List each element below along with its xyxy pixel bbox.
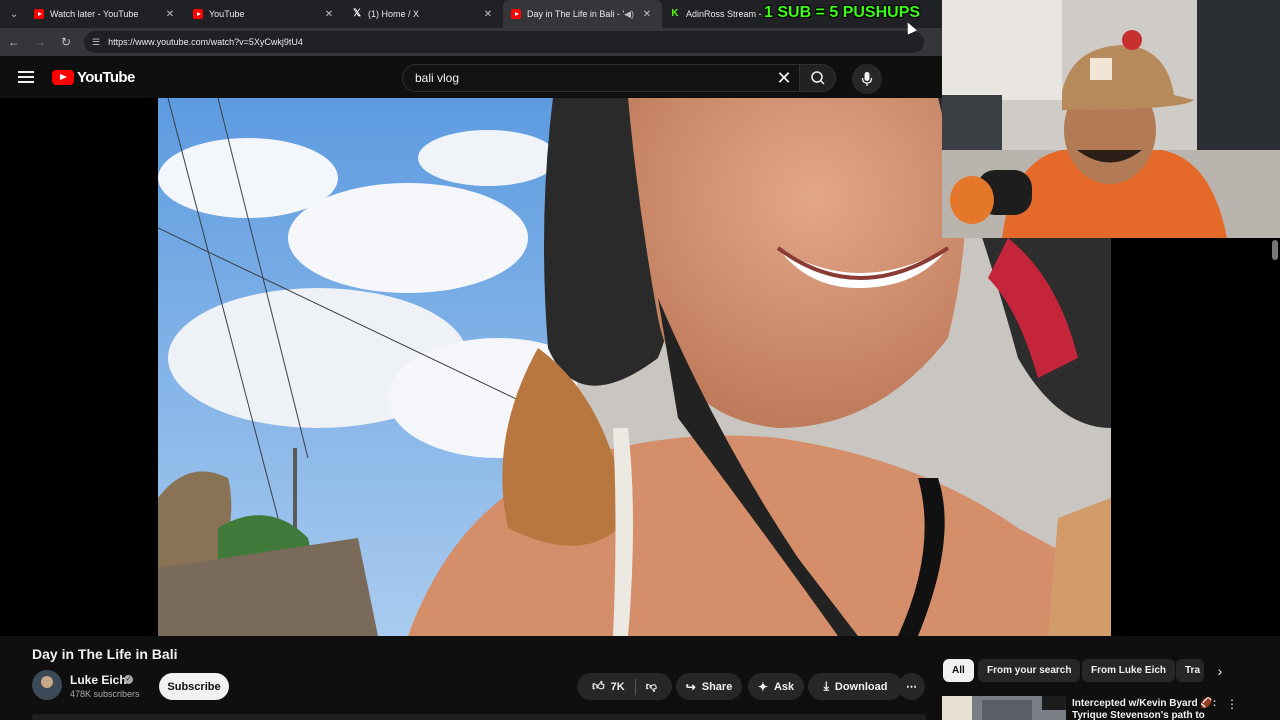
browser-tab[interactable]: K AdinRoss Stream - Watch Live	[662, 0, 772, 28]
forward-arrow-icon[interactable]: →	[28, 30, 52, 54]
search-value: bali vlog	[415, 71, 460, 85]
share-button[interactable]: ↪ Share	[676, 673, 742, 700]
chip-from-channel[interactable]: From Luke Eich	[1082, 659, 1176, 682]
search-input[interactable]: bali vlog ✕	[402, 64, 800, 92]
clear-icon[interactable]: ✕	[769, 69, 799, 87]
menu-icon[interactable]	[18, 71, 34, 83]
youtube-header: YouTube bali vlog ✕	[0, 56, 942, 98]
channel-avatar[interactable]	[32, 670, 62, 700]
search-button[interactable]	[800, 64, 836, 92]
verified-icon: ✓	[124, 675, 133, 684]
tab-close-icon[interactable]: ✕	[163, 9, 177, 20]
subscriber-count: 478K subscribers	[70, 689, 140, 699]
webcam-overlay	[942, 0, 1280, 238]
stream-banner: 1 SUB = 5 PUSHUPS	[764, 4, 921, 21]
tab-close-icon[interactable]: ✕	[322, 9, 336, 20]
download-button[interactable]: ⤓ Download	[808, 673, 903, 700]
thumbs-up-icon: 👍︎	[592, 679, 605, 693]
chip-all[interactable]: All	[943, 659, 974, 682]
search-icon	[810, 71, 825, 85]
tab-label: Watch later - YouTube	[50, 9, 139, 19]
logo-text: YouTube	[77, 69, 135, 86]
site-info-icon[interactable]: ☰	[92, 37, 100, 48]
tab-label: YouTube	[209, 9, 245, 19]
share-label: Share	[701, 680, 733, 693]
share-icon: ↪	[685, 679, 696, 694]
ask-label: Ask	[773, 680, 795, 693]
scrollbar[interactable]	[1272, 240, 1278, 260]
recommended-title[interactable]: Intercepted w/Kevin Byard 🏈: Tyrique Ste…	[1072, 698, 1222, 720]
dislike-button[interactable]: 👎︎	[636, 673, 667, 700]
subscribe-button[interactable]: Subscribe	[159, 673, 229, 700]
tab-label: Day in The Life in Bali - You	[527, 9, 624, 19]
tab-search-chevron-icon[interactable]: ⌄	[2, 2, 26, 26]
tab-close-icon[interactable]: ✕	[640, 9, 654, 20]
reload-icon[interactable]: ↻	[54, 30, 78, 54]
tab-close-icon[interactable]: ✕	[481, 9, 495, 20]
youtube-icon	[34, 9, 44, 19]
chip-from-your-search[interactable]: From your search	[978, 659, 1081, 682]
microphone-icon	[861, 72, 873, 86]
channel-name[interactable]: Luke Eich	[70, 673, 127, 687]
more-vertical-icon[interactable]: ⋮	[1226, 697, 1238, 711]
chip-trending[interactable]: Tra	[1176, 659, 1204, 682]
ask-button[interactable]: ✦ Ask	[748, 673, 804, 700]
youtube-icon	[193, 9, 203, 19]
tab-label: (1) Home / X	[368, 9, 420, 19]
video-title: Day in The Life in Bali	[32, 646, 178, 662]
recommended-thumbnail[interactable]	[942, 696, 1066, 720]
thumbs-down-icon: 👎︎	[645, 681, 657, 693]
address-bar-row: ← → ↻ ☰ https://www.youtube.com/watch?v=…	[0, 28, 942, 56]
more-actions-icon[interactable]: ⋯	[898, 673, 925, 700]
sparkle-icon: ✦	[757, 679, 768, 694]
youtube-icon	[511, 9, 521, 19]
tab-label: AdinRoss Stream - Watch Live	[686, 9, 764, 19]
speaker-icon[interactable]: ◀)	[624, 9, 634, 20]
like-button[interactable]: 👍︎ 7K	[582, 673, 635, 700]
download-icon: ⤓	[823, 679, 829, 693]
kick-icon: K	[671, 8, 679, 19]
like-dislike-group: 👍︎ 7K 👎︎	[577, 673, 672, 700]
thumbnail-image	[942, 696, 1066, 720]
url-field[interactable]: ☰ https://www.youtube.com/watch?v=5XyCwk…	[84, 31, 924, 53]
youtube-logo[interactable]: YouTube	[52, 69, 135, 86]
screen: ⌄ Watch later - YouTube ✕ YouTube ✕ 𝕏 (1…	[0, 0, 1280, 720]
streamer-webcam	[942, 0, 1280, 238]
chevron-right-icon[interactable]: ›	[1210, 659, 1230, 682]
description-box[interactable]	[32, 714, 926, 720]
browser-tab[interactable]: YouTube ✕	[185, 0, 344, 28]
browser-tab-active[interactable]: Day in The Life in Bali - You ◀) ✕	[503, 0, 662, 28]
like-count: 7K	[610, 680, 625, 693]
youtube-play-icon	[52, 70, 74, 85]
browser-tab[interactable]: 𝕏 (1) Home / X ✕	[344, 0, 503, 28]
x-icon: 𝕏	[352, 8, 362, 19]
download-label: Download	[834, 680, 888, 693]
browser-tab[interactable]: Watch later - YouTube ✕	[26, 0, 185, 28]
back-arrow-icon[interactable]: ←	[2, 30, 26, 54]
url-text: https://www.youtube.com/watch?v=5XyCwkj9…	[108, 37, 303, 47]
voice-search-button[interactable]	[852, 64, 882, 94]
